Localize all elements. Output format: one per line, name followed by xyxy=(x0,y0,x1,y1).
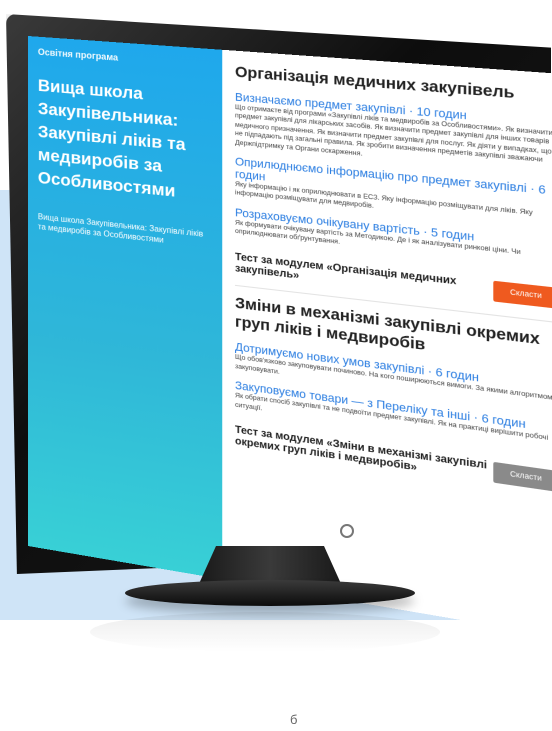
program-label: Освітня програма xyxy=(37,46,119,63)
caption-text: б xyxy=(290,712,298,727)
monitor-base xyxy=(125,580,415,606)
take-test-button[interactable]: Скласти xyxy=(493,280,552,310)
module-1: Організація медичних закупівель Визначає… xyxy=(235,63,552,310)
module-2: Зміни в механізмі закупівлі окремих груп… xyxy=(235,294,552,494)
take-test-button[interactable]: Скласти xyxy=(493,462,552,493)
monitor: Освітня програма Вища школа Закупівельни… xyxy=(6,14,552,640)
monitor-reflection xyxy=(90,612,440,652)
course-sidebar: Освітня програма Вища школа Закупівельни… xyxy=(28,36,223,580)
course-title: Вища школа Закупівельника: Закупівлі лік… xyxy=(37,75,186,201)
power-button-icon xyxy=(340,524,354,538)
course-subtitle: Вища школа Закупівельника: Закупівлі лік… xyxy=(37,211,204,245)
